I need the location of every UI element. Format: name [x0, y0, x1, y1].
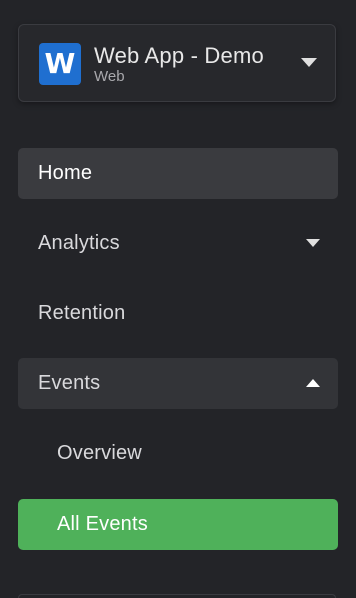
nav-item-analytics[interactable]: Analytics — [18, 218, 338, 269]
nav-item-label: All Events — [57, 513, 148, 535]
nav-item-label: Retention — [38, 302, 126, 324]
nav-subitem-overview[interactable]: Overview — [18, 428, 338, 479]
chevron-up-icon — [306, 379, 320, 387]
nav-item-events[interactable]: Events — [18, 358, 338, 409]
nav-item-label: Overview — [57, 442, 142, 464]
chevron-down-icon — [306, 239, 320, 247]
nav-item-home[interactable]: Home — [18, 148, 338, 199]
nav-item-label: Events — [38, 372, 101, 394]
app-platform-label: Web — [94, 68, 125, 85]
nav-item-retention[interactable]: Retention — [18, 288, 338, 339]
app-logo: W — [39, 43, 81, 85]
app-switcher[interactable]: W Web App - Demo Web — [18, 24, 336, 102]
app-title: Web App - Demo — [94, 43, 264, 68]
nav-item-label: Home — [38, 162, 93, 184]
nav-subitem-all-events[interactable]: All Events — [18, 499, 338, 550]
nav-item-label: Analytics — [38, 232, 120, 254]
bottom-panel-edge — [18, 594, 336, 598]
chevron-down-icon[interactable] — [301, 58, 317, 67]
